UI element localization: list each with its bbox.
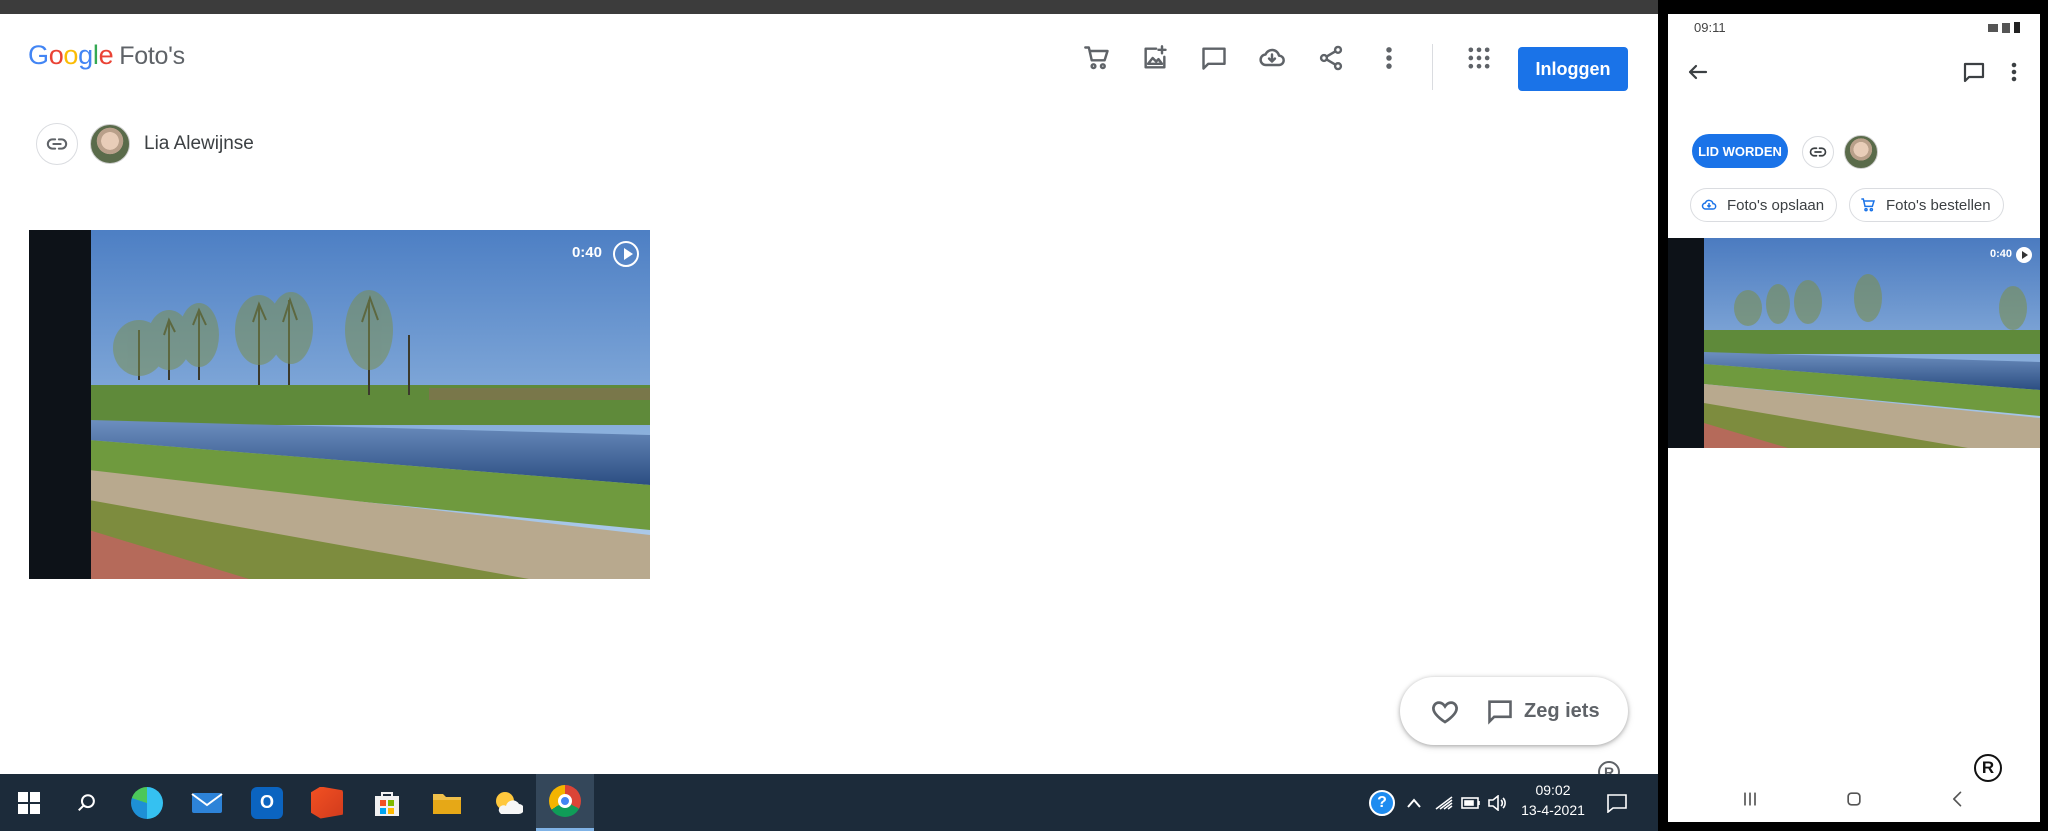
video-duration: 0:40 xyxy=(1989,248,2012,260)
volume-icon[interactable] xyxy=(1484,774,1510,831)
cloud-download-icon[interactable] xyxy=(1254,40,1290,76)
album-owner-row: Lia Alewijnse xyxy=(36,123,254,165)
chrome-icon[interactable] xyxy=(536,774,594,831)
landscape-photo xyxy=(1668,238,2040,448)
comment-placeholder: Zeg iets xyxy=(1524,699,1600,722)
comment-icon[interactable] xyxy=(1958,56,1990,88)
edge-icon[interactable] xyxy=(118,774,176,831)
wifi-icon[interactable] xyxy=(1430,774,1458,831)
comment-icon xyxy=(1488,700,1512,725)
logo-letter: e xyxy=(98,40,114,70)
video-thumbnail[interactable]: 0:40 xyxy=(1668,238,2040,448)
logo-letter: g xyxy=(78,40,93,70)
phone-screen: 09:11 LID WORDEN Foto's opslaan Foto's b… xyxy=(1668,14,2040,822)
windows-taskbar: O ? 09:02 13-4-2021 xyxy=(0,774,1658,831)
avatar[interactable] xyxy=(1844,135,1878,169)
login-button[interactable]: Inloggen xyxy=(1518,47,1628,91)
video-thumbnail[interactable]: 0:40 xyxy=(29,230,650,579)
start-icon[interactable] xyxy=(0,774,58,831)
chip-label: Foto's bestellen xyxy=(1886,196,1991,214)
battery-icon[interactable] xyxy=(1458,774,1484,831)
link-icon[interactable] xyxy=(1802,136,1834,168)
apps-grid-icon[interactable] xyxy=(1461,40,1497,76)
browser-window: Google Foto's Inloggen Lia Alewijnse 0:4… xyxy=(0,0,1658,831)
join-button[interactable]: LID WORDEN xyxy=(1692,134,1788,168)
office-icon[interactable] xyxy=(298,774,356,831)
google-photos-logo[interactable]: Google Foto's xyxy=(28,40,185,71)
cart-icon xyxy=(1861,198,1875,212)
header-divider xyxy=(1432,44,1433,90)
logo-letter: o xyxy=(48,40,64,70)
cart-icon[interactable] xyxy=(1079,40,1115,76)
comment-button[interactable]: Zeg iets xyxy=(1486,695,1600,727)
status-time: 09:11 xyxy=(1694,20,1726,35)
taskbar-clock[interactable]: 09:02 13-4-2021 xyxy=(1512,780,1594,820)
cloud-download-icon xyxy=(1701,199,1717,210)
google-photos-header: Google Foto's Inloggen xyxy=(0,14,1658,94)
share-icon[interactable] xyxy=(1313,40,1349,76)
help-icon[interactable]: ? xyxy=(1364,774,1400,831)
avatar[interactable] xyxy=(90,124,130,164)
more-vert-icon[interactable] xyxy=(1371,40,1407,76)
home-icon[interactable] xyxy=(1834,784,1874,814)
logo-letter: G xyxy=(28,40,49,70)
heart-icon[interactable] xyxy=(1430,697,1460,727)
comment-icon[interactable] xyxy=(1196,40,1232,76)
order-photos-chip[interactable]: Foto's bestellen xyxy=(1849,188,2004,222)
search-icon[interactable] xyxy=(58,774,116,831)
screen: Google Foto's Inloggen Lia Alewijnse 0:4… xyxy=(0,0,2048,831)
browser-top-strip xyxy=(0,0,1658,14)
logo-letter: o xyxy=(63,40,79,70)
store-icon[interactable] xyxy=(358,774,416,831)
notification-icon[interactable] xyxy=(1602,774,1632,831)
play-icon[interactable] xyxy=(613,241,639,267)
save-photos-chip[interactable]: Foto's opslaan xyxy=(1690,188,1838,222)
landscape-photo xyxy=(29,230,650,579)
link-icon[interactable] xyxy=(36,123,78,165)
video-duration: 0:40 xyxy=(571,244,602,261)
more-vert-icon[interactable] xyxy=(1998,56,2030,88)
nav-back-icon[interactable] xyxy=(1938,784,1978,814)
logo-product-name: Foto's xyxy=(119,42,185,70)
back-arrow-icon[interactable] xyxy=(1682,56,1714,88)
chip-label: Foto's opslaan xyxy=(1727,196,1825,214)
owner-name: Lia Alewijnse xyxy=(144,133,254,154)
recent-apps-icon[interactable] xyxy=(1730,784,1770,814)
mail-icon[interactable] xyxy=(178,774,236,831)
clock-time: 09:02 xyxy=(1535,782,1571,798)
chevron-up-icon[interactable] xyxy=(1402,774,1426,831)
registered-mark: R xyxy=(1974,754,2002,782)
outlook-icon[interactable]: O xyxy=(238,774,296,831)
clock-date: 13-4-2021 xyxy=(1521,802,1585,818)
weather-icon[interactable] xyxy=(478,774,536,831)
add-photo-icon[interactable] xyxy=(1137,40,1173,76)
play-icon[interactable] xyxy=(2016,247,2032,263)
file-explorer-icon[interactable] xyxy=(418,774,476,831)
status-icons xyxy=(1988,22,2020,33)
comment-bar: Zeg iets xyxy=(1400,677,1628,745)
